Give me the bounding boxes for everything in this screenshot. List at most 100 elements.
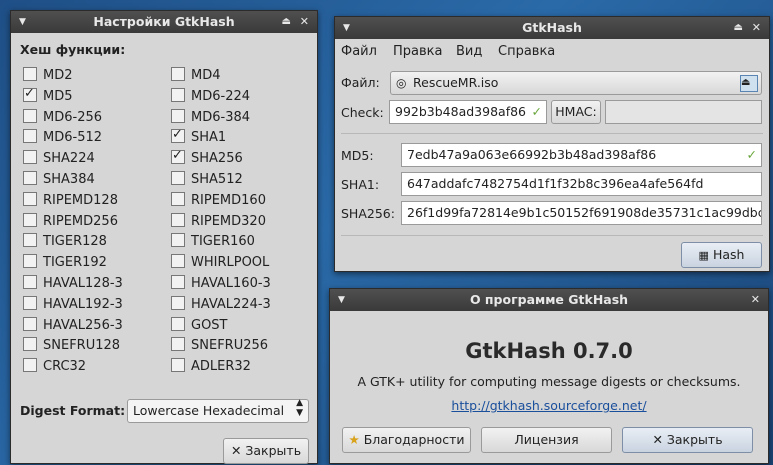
checkbox-box[interactable] <box>23 275 37 289</box>
hash-checkbox-sha1[interactable]: SHA1 <box>171 126 226 147</box>
checkbox-box[interactable] <box>171 337 185 352</box>
hash-checkbox-haval160-3[interactable]: HAVAL160-3 <box>171 275 271 293</box>
close-icon[interactable]: ✕ <box>752 17 761 39</box>
website-link[interactable]: http://gtkhash.sourceforge.net/ <box>330 398 768 413</box>
hash-button[interactable]: ▦ Hash <box>681 242 762 268</box>
hash-checkbox-sha256[interactable]: SHA256 <box>171 147 243 168</box>
checkbox-box[interactable] <box>171 87 185 102</box>
hash-checkbox-sha512[interactable]: SHA512 <box>171 171 243 189</box>
checkbox-box[interactable] <box>171 171 185 185</box>
hash-checkbox-haval256-3[interactable]: HAVAL256-3 <box>23 316 123 335</box>
hash-checkbox-md2[interactable]: MD2 <box>23 67 73 85</box>
checkbox-box[interactable] <box>171 233 185 248</box>
hash-checkbox-ripemd256[interactable]: RIPEMD256 <box>23 212 118 231</box>
hash-checkbox-md6-224[interactable]: MD6-224 <box>171 87 250 106</box>
checkbox-box[interactable] <box>23 316 37 331</box>
md5-value: 7edb47a9a063e66992b3b48ad398af86 <box>407 147 657 162</box>
checkbox-box[interactable] <box>171 67 185 81</box>
hash-checkbox-ripemd160[interactable]: RIPEMD160 <box>171 191 266 210</box>
settings-titlebar[interactable]: ▼ Настройки GtkHash ⏏ ✕ <box>11 11 317 33</box>
window-menu-icon[interactable]: ▼ <box>19 11 26 33</box>
sha1-output[interactable]: 647addafc7482754d1f1f32b8c396ea4afe564fd <box>401 172 762 196</box>
window-menu-icon[interactable]: ▼ <box>343 17 350 39</box>
menu-help[interactable]: Справка <box>498 40 555 64</box>
checkbox-box[interactable] <box>171 295 185 310</box>
hash-checkbox-tiger160[interactable]: TIGER160 <box>171 233 255 251</box>
hash-checkbox-snefru256[interactable]: SNEFRU256 <box>171 337 268 355</box>
window-menu-icon[interactable]: ▼ <box>338 289 345 311</box>
hash-checkbox-md6-384[interactable]: MD6-384 <box>171 108 251 127</box>
about-close-button[interactable]: ✕ Закрыть <box>622 427 753 453</box>
hash-checkbox-tiger192[interactable]: TIGER192 <box>23 254 107 272</box>
checkbox-label: MD6-512 <box>43 130 103 146</box>
menu-edit[interactable]: Правка <box>393 40 442 64</box>
hash-checkbox-gost[interactable]: GOST <box>171 316 228 335</box>
hash-checkbox-crc32[interactable]: CRC32 <box>23 358 86 376</box>
checkbox-label: CRC32 <box>43 359 87 375</box>
hash-checkbox-md6-512[interactable]: MD6-512 <box>23 129 102 147</box>
checkbox-box[interactable] <box>23 337 37 352</box>
hash-checkbox-tiger128[interactable]: TIGER128 <box>23 233 107 251</box>
checkbox-box[interactable] <box>23 233 37 248</box>
checkbox-box[interactable] <box>23 295 37 310</box>
checkbox-box[interactable] <box>171 147 185 165</box>
hash-checkbox-sha384[interactable]: SHA384 <box>23 171 95 189</box>
checkbox-label: RIPEMD320 <box>191 213 266 229</box>
checkbox-box[interactable] <box>171 316 185 331</box>
digest-format-select[interactable]: Lowercase Hexadecimal ▲ ▼ <box>127 398 309 423</box>
checkbox-box[interactable] <box>171 212 185 227</box>
hmac-input[interactable] <box>605 100 762 124</box>
hash-checkbox-md4[interactable]: MD4 <box>171 67 221 85</box>
checkbox-box[interactable] <box>171 191 185 206</box>
credits-button[interactable]: ★ Благодарности <box>342 427 471 453</box>
maximize-icon[interactable]: ⏏ <box>734 17 743 39</box>
close-icon[interactable]: ✕ <box>300 11 309 33</box>
hash-checkbox-haval224-3[interactable]: HAVAL224-3 <box>171 295 271 314</box>
hash-checkbox-ripemd320[interactable]: RIPEMD320 <box>171 212 266 231</box>
check-input[interactable]: 992b3b48ad398af86 ✓ <box>389 100 547 124</box>
digest-format-label: Digest Format: <box>20 403 126 418</box>
menu-view[interactable]: Вид <box>456 40 482 64</box>
checkbox-box[interactable] <box>23 358 37 373</box>
checkbox-box[interactable] <box>23 171 37 185</box>
hash-checkbox-md5[interactable]: MD5 <box>23 85 73 106</box>
checkbox-box[interactable] <box>23 85 37 103</box>
sha256-output[interactable]: 26f1d99fa72814e9b1c50152f691908de35731c1… <box>401 201 762 225</box>
license-button[interactable]: Лицензия <box>481 427 612 453</box>
menu-file[interactable]: Файл <box>341 40 377 64</box>
separator <box>341 133 763 134</box>
checkbox-box[interactable] <box>23 129 37 144</box>
check-ok-icon: ✓ <box>531 104 542 119</box>
hash-checkbox-sha224[interactable]: SHA224 <box>23 150 95 168</box>
main-titlebar[interactable]: ▼ GtkHash ⏏ ✕ <box>335 17 769 39</box>
checkbox-box[interactable] <box>23 191 37 206</box>
checkbox-box[interactable] <box>23 67 37 81</box>
hash-checkbox-adler32[interactable]: ADLER32 <box>171 358 251 376</box>
checkbox-box[interactable] <box>171 275 185 289</box>
checkbox-box[interactable] <box>171 254 185 269</box>
maximize-icon[interactable]: ⏏ <box>282 11 291 33</box>
hash-checkbox-haval128-3[interactable]: HAVAL128-3 <box>23 275 123 293</box>
file-chooser-button[interactable]: ◎ RescueMR.iso ⏏ <box>390 71 762 95</box>
checkbox-box[interactable] <box>171 358 185 373</box>
checkbox-box[interactable] <box>23 254 37 269</box>
hmac-toggle-button[interactable]: HMAC: <box>551 100 601 124</box>
hash-checkbox-haval192-3[interactable]: HAVAL192-3 <box>23 295 123 314</box>
close-icon[interactable]: ✕ <box>751 289 760 311</box>
settings-close-button[interactable]: ✕ Закрыть <box>223 438 309 464</box>
checkbox-box[interactable] <box>23 108 37 123</box>
md5-output[interactable]: 7edb47a9a063e66992b3b48ad398af86 ✓ <box>401 143 762 167</box>
hash-checkbox-md6-256[interactable]: MD6-256 <box>23 108 102 127</box>
checkbox-box[interactable] <box>171 126 185 144</box>
checkbox-label: MD6-384 <box>191 109 251 125</box>
hash-checkbox-ripemd128[interactable]: RIPEMD128 <box>23 191 118 210</box>
hash-checkbox-snefru128[interactable]: SNEFRU128 <box>23 337 120 355</box>
checkbox-box[interactable] <box>23 212 37 227</box>
hash-checkbox-whirlpool[interactable]: WHIRLPOOL <box>171 254 269 272</box>
sha1-label: SHA1: <box>341 177 380 192</box>
star-icon: ★ <box>348 432 360 447</box>
checkbox-label: GOST <box>191 317 228 333</box>
checkbox-box[interactable] <box>171 108 185 123</box>
checkbox-box[interactable] <box>23 150 37 165</box>
about-titlebar[interactable]: ▼ О программе GtkHash ✕ <box>330 289 768 311</box>
